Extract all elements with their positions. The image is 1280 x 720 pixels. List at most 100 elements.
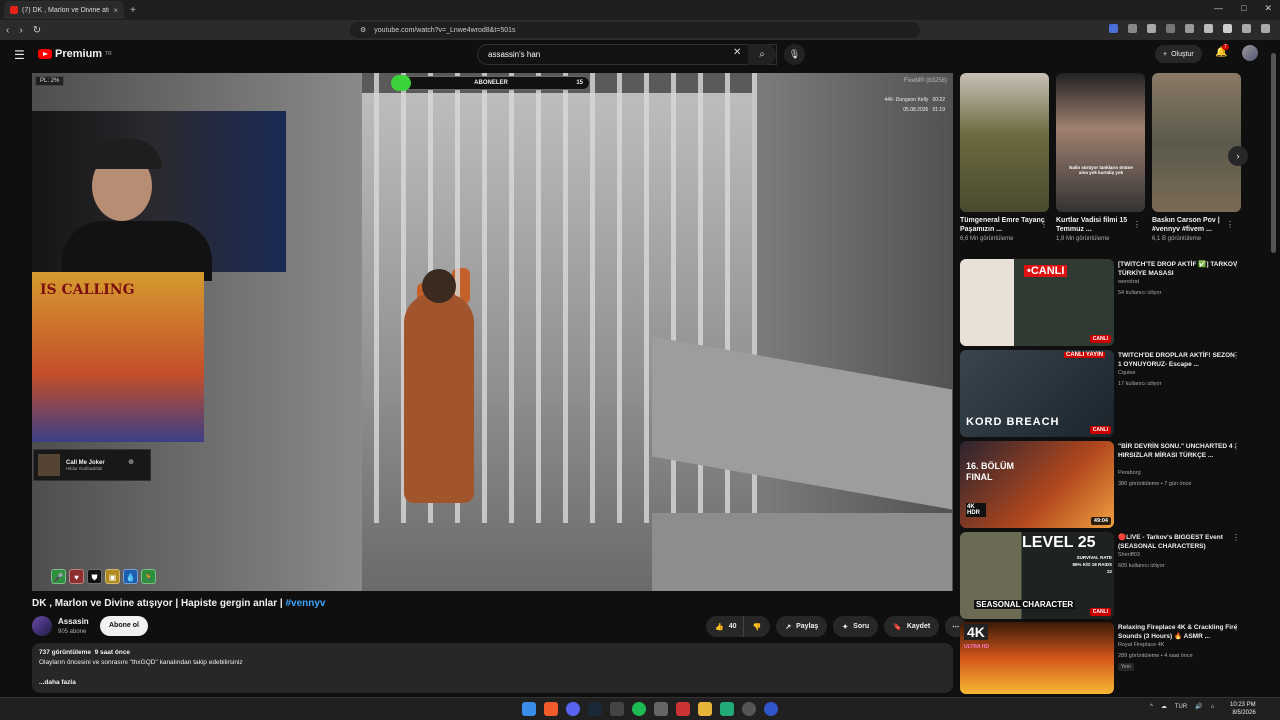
recommendation-more-icon[interactable]: ⋮: [1232, 533, 1240, 542]
save-button[interactable]: 🔖 Kaydet: [884, 616, 940, 637]
dislike-button[interactable]: 👎: [742, 616, 771, 637]
short-title[interactable]: Kurtlar Vadisi filmi 15 Temmuz ...: [1056, 216, 1145, 234]
recommendation-item[interactable]: LEVEL 25 SURVIVAL RATE 86% K/D 18 RAIDS …: [960, 532, 1250, 620]
ask-button[interactable]: ✦ Soru: [833, 616, 879, 637]
search-input[interactable]: assassin's han: [477, 44, 777, 65]
voice-search-button[interactable]: 🎙: [784, 44, 805, 65]
recommendation-channel[interactable]: wenotrat: [1118, 279, 1240, 285]
shorts-next-button[interactable]: ›: [1228, 146, 1248, 166]
browser-tab[interactable]: (7) DK , Marlon ve Divine atışıyor ×: [4, 1, 124, 19]
like-button[interactable]: 👍 40: [706, 616, 743, 637]
windows-start-icon[interactable]: [522, 702, 536, 716]
short-views: 6,6 Mn görüntüleme: [960, 236, 1014, 242]
settings-icon[interactable]: [742, 702, 756, 716]
channel-name[interactable]: Assasin: [58, 617, 89, 626]
language-indicator[interactable]: TUR: [1175, 704, 1187, 710]
description-box[interactable]: 737 görüntüleme 9 saat önce Olayların ön…: [32, 643, 953, 693]
steam-icon[interactable]: [588, 702, 602, 716]
taskbar-clock[interactable]: 10:23 PM 8/5/2026: [1230, 701, 1256, 717]
youtube-logo[interactable]: Premium TR: [38, 48, 112, 60]
recommendation-title[interactable]: 🔴LIVE - Tarkov's BIGGEST Event (SEASONAL…: [1118, 533, 1240, 551]
media-icon[interactable]: [1223, 24, 1232, 33]
recommendation-title[interactable]: Relaxing Fireplace 4K & Crackling Fire S…: [1118, 623, 1240, 641]
tab-close-icon[interactable]: ×: [113, 6, 118, 15]
sidebar-icon[interactable]: [1242, 24, 1251, 33]
extension-icon[interactable]: [1166, 24, 1175, 33]
network-icon[interactable]: ⌂: [1211, 704, 1215, 710]
clear-search-icon[interactable]: ✕: [733, 47, 741, 58]
folder-icon[interactable]: [698, 702, 712, 716]
app-icon[interactable]: [720, 702, 734, 716]
recommendation-item[interactable]: 4K ULTRA HD Relaxing Fireplace 4K & Crac…: [960, 622, 1250, 694]
recommendation-meta: 380 görüntüleme • 7 gün önce: [1118, 481, 1192, 487]
extension-icon[interactable]: [1185, 24, 1194, 33]
short-more-icon[interactable]: ⋮: [1133, 220, 1141, 229]
menu-icon[interactable]: [1261, 24, 1270, 33]
minimize-icon[interactable]: —: [1214, 3, 1223, 14]
subscribe-button[interactable]: Abone ol: [100, 616, 148, 636]
address-bar[interactable]: ⚙ youtube.com/watch?v=_Lnwe4wrod8&t=501s: [350, 22, 920, 38]
discord-icon[interactable]: [566, 702, 580, 716]
recommendation-item[interactable]: •CANLI CANLI [TWITCH'TE DROP AKTİF ✅] TA…: [960, 259, 1250, 347]
search-button[interactable]: ⌕: [748, 44, 776, 65]
close-window-icon[interactable]: ✕: [1264, 3, 1272, 14]
create-button[interactable]: + Oluştur: [1155, 45, 1202, 63]
short-card[interactable]: Nalio sürüyor tankların önüne ama yok ku…: [1056, 73, 1145, 242]
recommendation-more-icon[interactable]: ⋮: [1232, 442, 1240, 451]
recommendation-channel[interactable]: Royal Fireplace 4K: [1118, 642, 1240, 648]
volume-icon[interactable]: 🔊: [1195, 703, 1202, 710]
recommendation-more-icon[interactable]: ⋮: [1232, 623, 1240, 632]
app-icon[interactable]: [764, 702, 778, 716]
browser-toolbar: ‹ › ↻ ⚙ youtube.com/watch?v=_Lnwe4wrod8&…: [0, 20, 1280, 40]
recommendation-title[interactable]: [TWITCH'TE DROP AKTİF ✅] TARKOV TÜRKİYE …: [1118, 260, 1240, 278]
spotify-icon[interactable]: [632, 702, 646, 716]
forward-icon[interactable]: ›: [19, 25, 22, 36]
recommendation-channel[interactable]: Sheriff03: [1118, 552, 1240, 558]
recommendation-item[interactable]: CANLI YAYIN KORD BREACH CANLI TWITCH'DE …: [960, 350, 1250, 438]
recommendation-more-icon[interactable]: ⋮: [1232, 260, 1240, 269]
short-thumbnail[interactable]: [1152, 73, 1241, 212]
new-tab-button[interactable]: +: [130, 5, 136, 16]
site-info-icon[interactable]: ⚙: [360, 26, 366, 34]
share-button[interactable]: ↗ Paylaş: [776, 616, 828, 637]
short-thumbnail[interactable]: [960, 73, 1049, 212]
back-icon[interactable]: ‹: [6, 25, 9, 36]
recommendation-title[interactable]: "BİR DEVRİN SONU." UNCHARTED 4 : HIRSIZL…: [1118, 442, 1240, 460]
video-player[interactable]: PL: 2% ABONELER 15 FiveM® (b3258) 446- D…: [32, 73, 953, 591]
cloud-icon[interactable]: ☁: [1161, 703, 1167, 710]
hamburger-menu-icon[interactable]: ☰: [14, 48, 25, 62]
recommendation-thumbnail[interactable]: 16. BÖLÜM FINAL 4K HDR 49:04: [960, 441, 1114, 528]
news-app-icon[interactable]: [676, 702, 690, 716]
recommendation-channel[interactable]: Cquiee: [1118, 370, 1240, 376]
app-icon[interactable]: [654, 702, 668, 716]
reload-icon[interactable]: ↻: [33, 25, 41, 36]
obs-icon[interactable]: [610, 702, 624, 716]
recommendation-title[interactable]: TWITCH'DE DROPLAR AKTİF! SEZON 1 OYNUYOR…: [1118, 351, 1240, 369]
channel-avatar[interactable]: [32, 616, 52, 636]
page-scrollbar[interactable]: [1271, 43, 1276, 693]
recommendation-item[interactable]: 16. BÖLÜM FINAL 4K HDR 49:04 "BİR DEVRİN…: [960, 441, 1250, 529]
recommendation-thumbnail[interactable]: LEVEL 25 SURVIVAL RATE 86% K/D 18 RAIDS …: [960, 532, 1114, 619]
recommendation-thumbnail[interactable]: CANLI YAYIN KORD BREACH CANLI: [960, 350, 1114, 437]
short-more-icon[interactable]: ⋮: [1040, 220, 1048, 229]
shield-icon[interactable]: [1147, 24, 1156, 33]
extension-icon[interactable]: [1128, 24, 1137, 33]
brave-browser-icon[interactable]: [544, 702, 558, 716]
recommendation-channel[interactable]: Peraborg: [1118, 470, 1240, 476]
video-hashtag[interactable]: #vennyv: [285, 598, 325, 609]
short-thumbnail[interactable]: Nalio sürüyor tankların önüne ama yok ku…: [1056, 73, 1145, 212]
maximize-icon[interactable]: □: [1241, 3, 1246, 14]
account-avatar[interactable]: [1242, 45, 1258, 61]
recommendation-thumbnail[interactable]: •CANLI CANLI: [960, 259, 1114, 346]
extension-icon[interactable]: [1109, 24, 1118, 33]
chevron-up-icon[interactable]: ^: [1150, 704, 1153, 710]
short-card[interactable]: Tümgeneral Emre Tayanç Paşamızın ... 6,6…: [960, 73, 1049, 242]
puzzle-icon[interactable]: [1204, 24, 1213, 33]
share-icon: ↗: [785, 623, 792, 631]
short-more-icon[interactable]: ⋮: [1226, 220, 1234, 229]
recommendation-more-icon[interactable]: ⋮: [1232, 351, 1240, 360]
scrollbar-thumb[interactable]: [1271, 53, 1276, 253]
short-title[interactable]: Tümgeneral Emre Tayanç Paşamızın ...: [960, 216, 1049, 234]
show-more-link[interactable]: ...daha fazla: [39, 679, 946, 686]
recommendation-thumbnail[interactable]: 4K ULTRA HD: [960, 622, 1114, 694]
